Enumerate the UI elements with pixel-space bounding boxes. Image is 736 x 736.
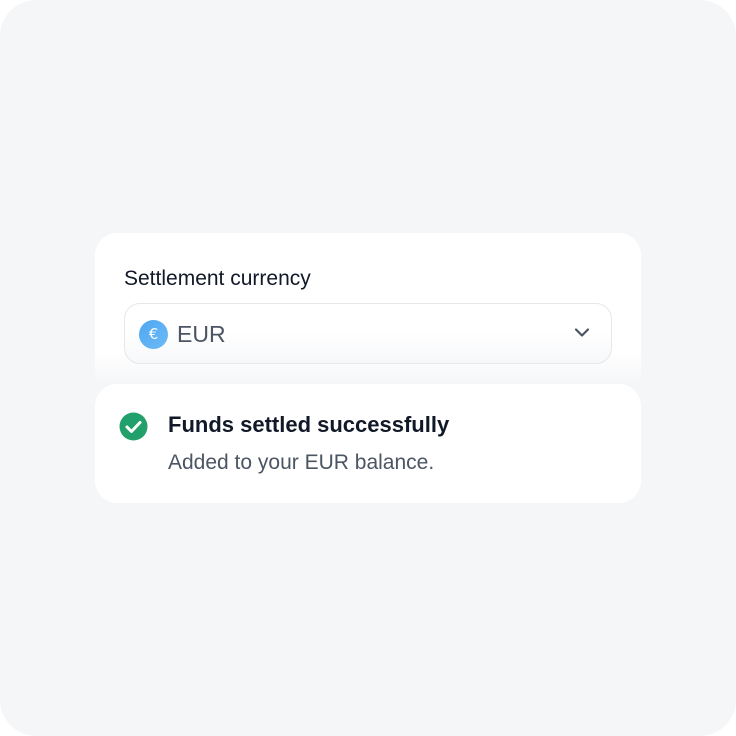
check-circle-icon: [119, 412, 148, 441]
notification-title: Funds settled successfully: [168, 412, 450, 437]
settlement-currency-label: Settlement currency: [124, 267, 311, 290]
app-canvas: Settlement currency € EUR Funds settled …: [0, 0, 736, 736]
currency-select-card: Settlement currency € EUR: [95, 233, 641, 393]
euro-icon: €: [139, 320, 168, 349]
currency-dropdown[interactable]: € EUR: [124, 303, 612, 364]
currency-selected-value: EUR: [177, 321, 226, 347]
success-notification: Funds settled successfully Added to your…: [95, 384, 641, 503]
chevron-down-icon[interactable]: [573, 326, 591, 340]
notification-message: Added to your EUR balance.: [168, 451, 435, 474]
